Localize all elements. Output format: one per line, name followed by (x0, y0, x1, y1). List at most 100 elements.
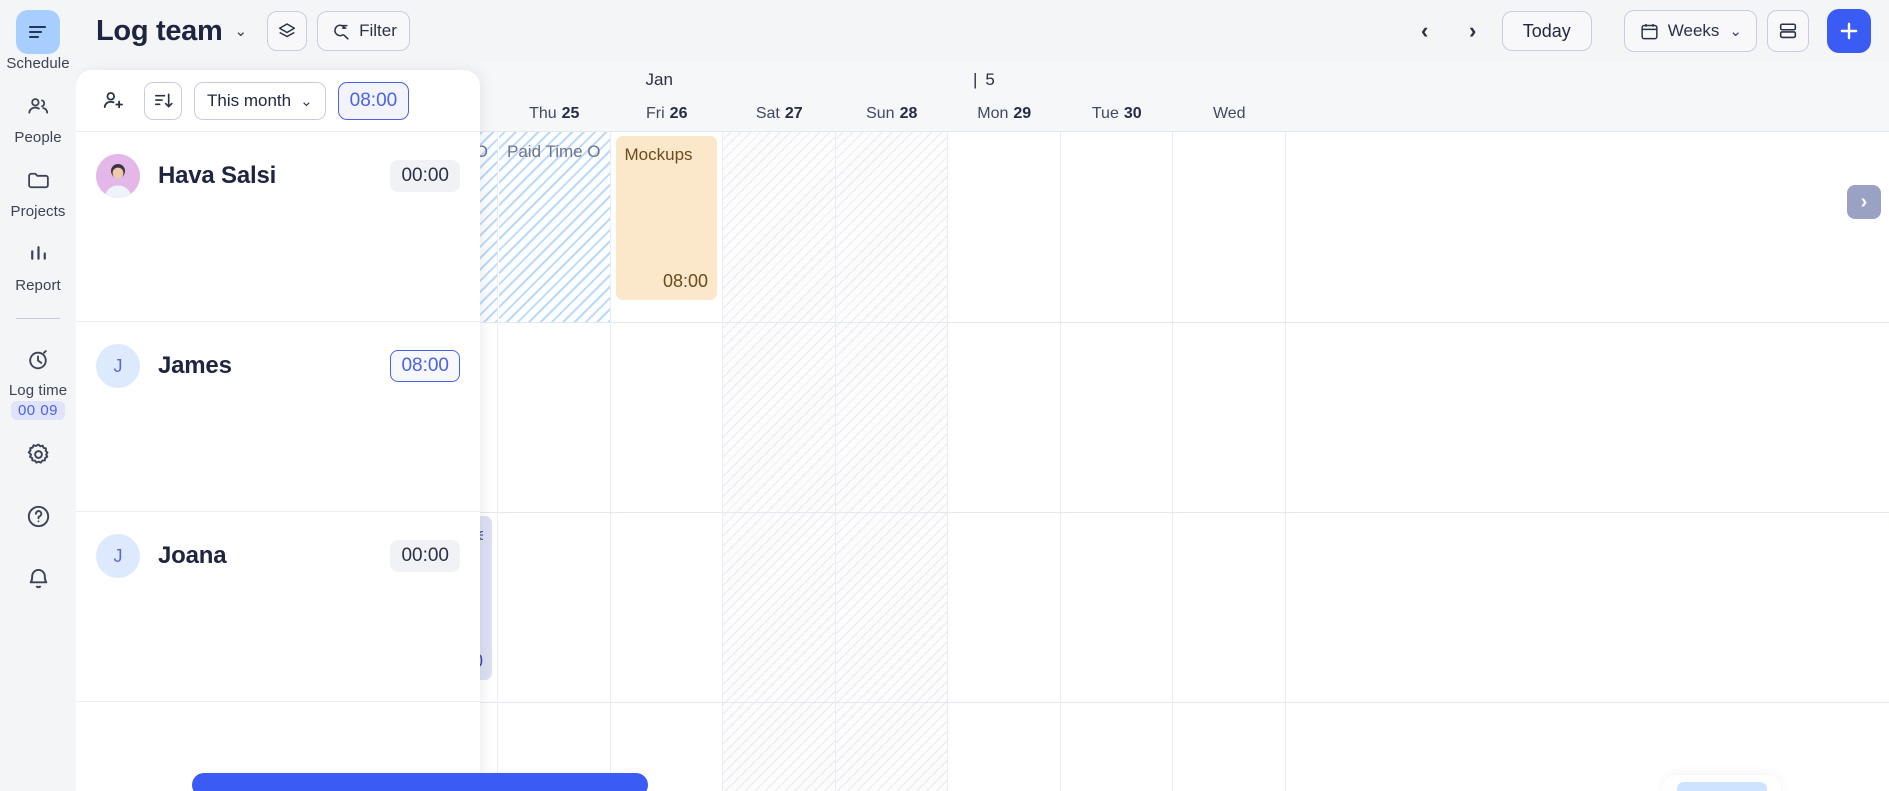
schedule-icon (16, 10, 60, 54)
person-row-header: J James 08:00 (76, 322, 480, 388)
split-view-button[interactable] (1767, 10, 1809, 52)
day-number: 29 (1013, 105, 1032, 122)
today-button[interactable]: Today (1501, 11, 1592, 51)
layers-icon (276, 20, 298, 42)
event-duration-text: 08:00 (662, 271, 708, 291)
avatar[interactable]: J (96, 534, 140, 578)
avatar[interactable] (96, 154, 140, 198)
top-toolbar: Log team ⌄ Filter ‹ › Today Weeks ⌄ (76, 0, 1889, 62)
day-number: 25 (561, 105, 580, 122)
paid-time-off-label: Paid Time O (507, 142, 601, 161)
people-list: Hava Salsi 00:00 J James 08:00 J Joana 00:00 (76, 132, 480, 702)
week-label-text: Jan (645, 70, 673, 89)
sidebar-item-report[interactable]: Report (0, 232, 76, 294)
person-row[interactable]: Hava Salsi 00:00 (76, 132, 480, 322)
day-header-30[interactable]: Tue 30 (1061, 96, 1174, 132)
person-logged-time[interactable]: 00:00 (390, 160, 460, 192)
sidebar-label-schedule: Schedule (6, 55, 70, 72)
day-of-week: Tue (1091, 105, 1119, 122)
page-title: Log team (96, 14, 223, 47)
prev-period-button[interactable]: ‹ (1406, 12, 1444, 50)
sidebar-label-projects: Projects (10, 203, 66, 220)
day-header-wed[interactable]: Wed (1173, 96, 1286, 132)
paid-time-off-block[interactable]: Paid Time O (499, 132, 610, 322)
day-header-28[interactable]: Sun 28 (836, 96, 949, 132)
period-caret-icon: ⌄ (300, 92, 313, 110)
sidebar-item-help[interactable] (0, 494, 76, 538)
day-number: 30 (1123, 105, 1142, 122)
sidebar-item-projects[interactable]: Projects (0, 158, 76, 220)
plus-icon (1836, 18, 1862, 44)
person-name: James (158, 352, 232, 379)
day-header-26[interactable]: Fri 26 (611, 96, 724, 132)
sort-descending-icon (152, 89, 175, 112)
event-duration: 08:00 (625, 271, 708, 292)
person-logged-time[interactable]: 08:00 (390, 350, 460, 382)
layers-button[interactable] (267, 11, 308, 51)
log-time-badge: 00 09 (10, 401, 66, 420)
person-name: Joana (158, 542, 227, 569)
sidebar-item-people[interactable]: People (0, 84, 76, 146)
next-period-button[interactable]: › (1454, 12, 1492, 50)
calendar-column-weekend[interactable] (835, 132, 948, 791)
avatar-initial: J (113, 355, 123, 376)
calendar-column[interactable] (1061, 132, 1173, 791)
range-caret-icon: ⌄ (1729, 23, 1742, 40)
day-of-week: Sun (866, 105, 895, 122)
sidebar-item-notifications[interactable] (0, 556, 76, 600)
day-of-week: Sat (755, 105, 780, 122)
day-header-25[interactable]: Thu 25 (498, 96, 611, 132)
bell-icon (16, 556, 60, 600)
add-person-button[interactable] (94, 82, 132, 120)
person-name: Hava Salsi (158, 162, 277, 189)
period-select[interactable]: This month ⌄ (194, 81, 326, 120)
person-row[interactable]: J James 08:00 (76, 322, 480, 512)
add-button[interactable] (1827, 9, 1871, 53)
person-logged-time[interactable]: 00:00 (390, 540, 460, 572)
calendar-column[interactable] (1173, 132, 1286, 791)
sidebar-item-settings[interactable] (0, 432, 76, 476)
add-person-icon (101, 88, 126, 113)
person-row-header: Hava Salsi 00:00 (76, 132, 480, 198)
bottom-action-bar[interactable] (192, 773, 648, 791)
day-header-29[interactable]: Mon 29 (948, 96, 1061, 132)
title-dropdown-caret-icon[interactable]: ⌄ (235, 22, 248, 40)
rail-divider (16, 318, 60, 319)
sort-button[interactable] (144, 81, 182, 120)
day-header-27[interactable]: Sat 27 (723, 96, 836, 132)
day-number: 26 (669, 105, 688, 122)
stopwatch-icon (16, 337, 60, 381)
bar-chart-icon (16, 232, 60, 276)
week-label: Jan (646, 70, 673, 90)
scroll-next-week-button[interactable]: › (1847, 185, 1881, 219)
sidebar-item-schedule[interactable]: Schedule (0, 10, 76, 72)
sidebar-item-log-time[interactable]: Log time 00 09 (0, 337, 76, 420)
week-label-text: 5 (985, 70, 995, 89)
bottom-right-floating-card[interactable] (1663, 775, 1781, 791)
calendar-column-weekend[interactable] (723, 132, 836, 791)
filter-button[interactable]: Filter (317, 11, 410, 51)
calendar-event[interactable]: Mockups 08:00 (615, 136, 717, 300)
panel-total-time[interactable]: 08:00 (337, 81, 410, 120)
calendar-column[interactable] (948, 132, 1061, 791)
people-panel: This month ⌄ 08:00 Hava Salsi 00:00 J James… (76, 70, 480, 791)
person-row[interactable]: J Joana 00:00 (76, 512, 480, 702)
range-selector-button[interactable]: Weeks ⌄ (1623, 10, 1757, 52)
filter-label: Filter (359, 21, 397, 40)
week-bar-marker: | (973, 70, 978, 89)
gear-icon (16, 432, 60, 476)
day-of-week: Thu (529, 105, 557, 122)
calendar-icon (1639, 21, 1660, 42)
day-of-week: Mon (977, 105, 1009, 122)
sidebar-label-log-time: Log time (8, 382, 68, 399)
week-label: | 5 (973, 70, 995, 90)
people-panel-toolbar: This month ⌄ 08:00 (76, 70, 480, 132)
avatar[interactable]: J (96, 344, 140, 388)
sidebar-label-report: Report (15, 277, 61, 294)
left-nav-rail: Schedule People Projects Report Log time… (0, 0, 76, 791)
sidebar-label-people: People (14, 129, 62, 146)
period-label: This month (207, 90, 292, 110)
day-of-week: Wed (1212, 105, 1246, 122)
people-icon (16, 84, 60, 128)
filter-search-icon (330, 21, 351, 42)
